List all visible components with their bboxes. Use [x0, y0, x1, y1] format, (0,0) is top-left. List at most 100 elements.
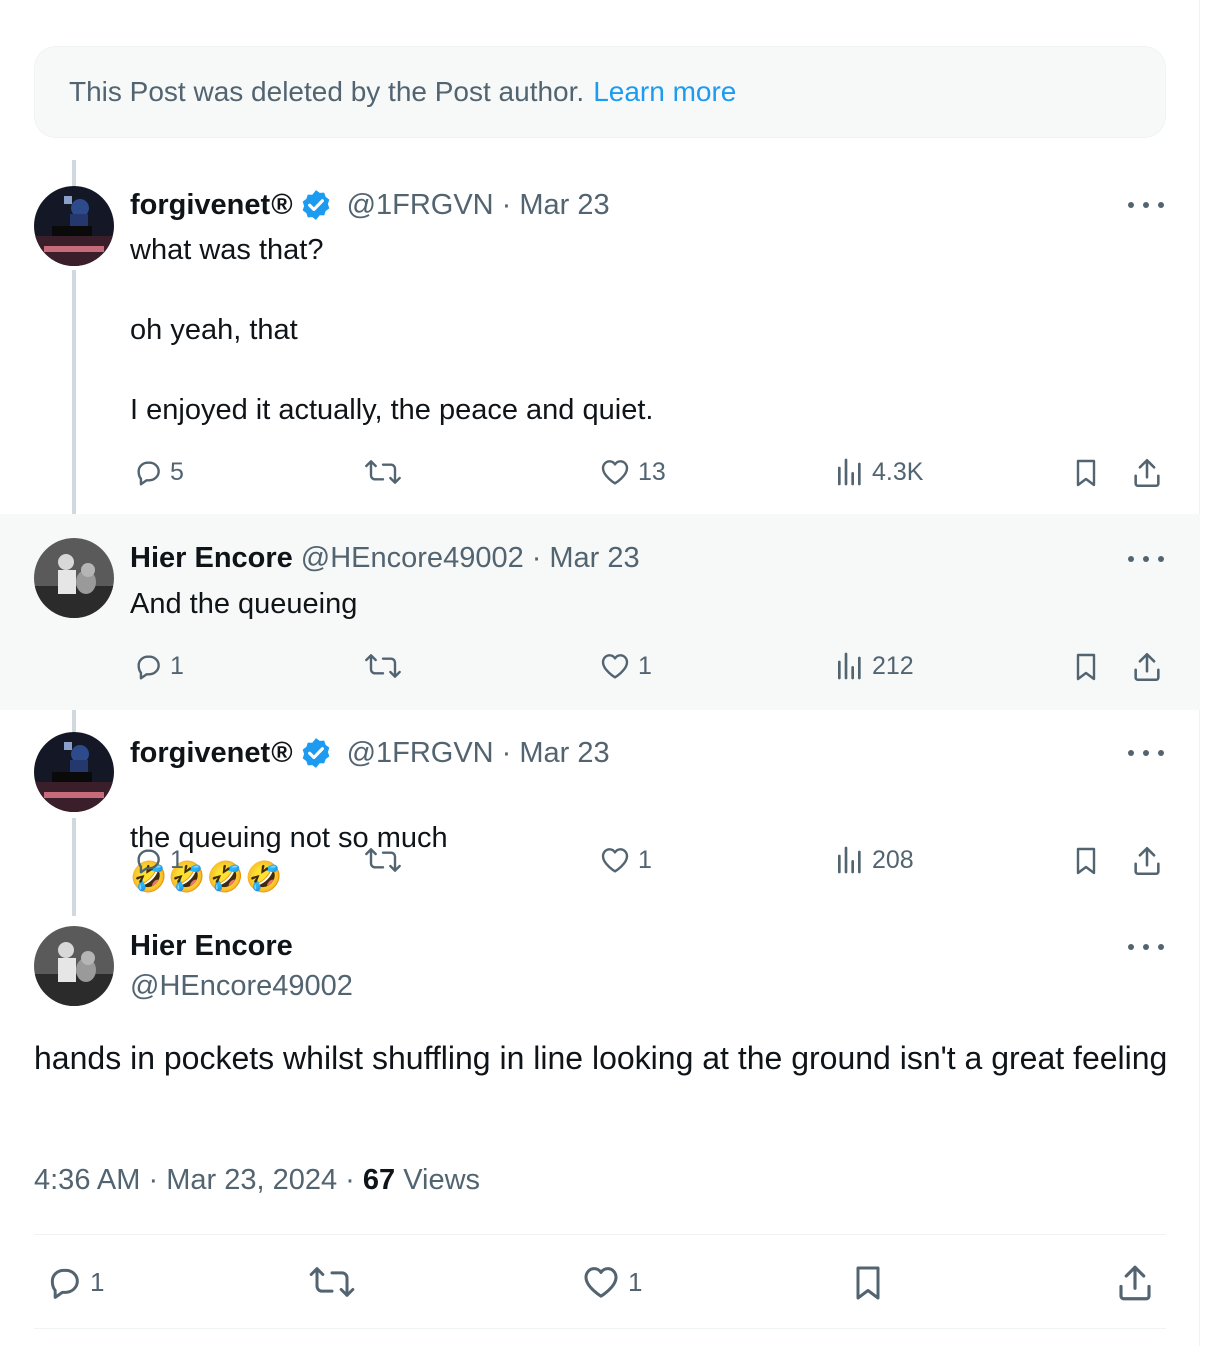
reply-button[interactable]: 1 — [132, 650, 184, 682]
more-icon[interactable] — [1128, 748, 1164, 758]
post-time[interactable]: 4:36 AM — [34, 1164, 140, 1196]
avatar[interactable] — [34, 538, 114, 618]
conversation-timeline: This Post was deleted by the Post author… — [0, 0, 1200, 1346]
divider — [34, 1328, 1166, 1329]
reply-count: 5 — [170, 457, 184, 486]
share-icon — [1134, 846, 1160, 876]
share-button[interactable] — [1130, 456, 1164, 490]
views-label: Views — [403, 1164, 481, 1196]
like-icon — [601, 654, 629, 679]
bookmark-button[interactable] — [1070, 456, 1102, 490]
reply-count: 1 — [170, 651, 184, 680]
reply-post[interactable]: forgivenet ® @1FRGVN · Mar 23 the queuin… — [0, 710, 1200, 906]
post-header-handle: @HEncore49002 — [130, 970, 353, 1003]
view-count: 4.3K — [872, 457, 924, 486]
registered-mark: ® — [271, 188, 293, 221]
bookmark-button[interactable] — [1070, 650, 1102, 684]
like-count: 13 — [638, 457, 666, 486]
repost-icon — [365, 848, 401, 872]
verified-badge-icon[interactable] — [299, 188, 333, 222]
user-handle[interactable]: @HEncore49002 — [130, 970, 353, 1003]
like-count: 1 — [628, 1266, 643, 1297]
reply-button[interactable]: 1 — [132, 844, 184, 876]
views-count: 67 — [362, 1164, 396, 1196]
post-header: Hier Encore — [130, 930, 293, 963]
repost-icon — [309, 1267, 355, 1297]
post-date[interactable]: Mar 23 — [549, 542, 639, 575]
like-button[interactable]: 1 — [598, 844, 652, 876]
views-icon — [838, 458, 861, 486]
avatar[interactable] — [34, 186, 114, 266]
reply-button[interactable]: 5 — [132, 456, 184, 488]
reply-icon — [137, 655, 160, 680]
avatar[interactable] — [34, 926, 114, 1006]
share-icon — [1119, 1265, 1151, 1301]
bookmark-button[interactable] — [1070, 844, 1102, 878]
repost-button[interactable] — [308, 1262, 356, 1302]
user-handle[interactable]: @1FRGVN — [347, 737, 494, 770]
display-name[interactable]: forgivenet — [130, 737, 270, 770]
like-icon — [601, 848, 629, 873]
post-header: forgivenet ® @1FRGVN · Mar 23 — [130, 188, 610, 222]
share-button[interactable] — [1130, 650, 1164, 684]
views-button[interactable]: 212 — [834, 650, 914, 682]
bookmark-icon — [856, 1266, 880, 1300]
share-button[interactable] — [1114, 1262, 1156, 1304]
view-count: 212 — [872, 651, 914, 680]
verified-badge-icon[interactable] — [299, 736, 333, 770]
post-header: Hier Encore @HEncore49002 · Mar 23 — [130, 542, 640, 575]
separator-dot: · — [501, 188, 512, 221]
views-icon — [838, 846, 861, 874]
reply-icon — [137, 461, 160, 486]
view-count: 208 — [872, 845, 914, 874]
share-icon — [1134, 652, 1160, 682]
user-handle[interactable]: @HEncore49002 — [301, 542, 524, 575]
post-metadata: 4:36 AM · Mar 23, 2024 · 67 Views — [34, 1164, 480, 1197]
views-button[interactable]: 208 — [834, 844, 914, 876]
repost-button[interactable] — [364, 650, 402, 682]
post-header: forgivenet ® @1FRGVN · Mar 23 — [130, 736, 610, 770]
user-handle[interactable]: @1FRGVN — [347, 189, 494, 222]
reply-button[interactable]: 1 — [44, 1262, 104, 1302]
repost-button[interactable] — [364, 456, 402, 488]
display-name[interactable]: forgivenet — [130, 189, 270, 222]
like-button[interactable]: 13 — [598, 456, 666, 488]
post-full-date[interactable]: Mar 23, 2024 — [166, 1164, 337, 1196]
focused-post-text: hands in pockets whilst shuffling in lin… — [34, 1040, 1168, 1076]
post-text: the queuing not so much 🤣🤣🤣🤣 — [130, 778, 448, 898]
separator-dot: · — [345, 1164, 355, 1196]
post-text: what was that? oh yeah, that I enjoyed i… — [130, 234, 654, 426]
reply-count: 1 — [90, 1266, 105, 1297]
avatar[interactable] — [34, 732, 114, 812]
like-icon — [584, 1267, 618, 1298]
registered-mark: ® — [271, 736, 293, 769]
post-date[interactable]: Mar 23 — [519, 189, 609, 222]
more-icon[interactable] — [1128, 200, 1164, 210]
bookmark-icon — [1076, 847, 1096, 875]
post-text: And the queueing — [130, 588, 358, 620]
reply-icon — [50, 1268, 79, 1299]
repost-button[interactable] — [364, 844, 402, 876]
share-icon — [1134, 458, 1160, 488]
reply-post[interactable]: forgivenet ® @1FRGVN · Mar 23 what was t… — [0, 0, 1200, 514]
separator-dot: · — [148, 1164, 159, 1196]
reply-icon — [137, 849, 160, 874]
like-button[interactable]: 1 — [598, 650, 652, 682]
post-date[interactable]: Mar 23 — [519, 737, 609, 770]
divider — [34, 1234, 1166, 1235]
display-name[interactable]: Hier Encore — [130, 930, 293, 963]
views-icon — [838, 652, 861, 680]
share-button[interactable] — [1130, 844, 1164, 878]
reply-post[interactable]: Hier Encore @HEncore49002 · Mar 23 And t… — [0, 514, 1200, 710]
like-button[interactable]: 1 — [580, 1262, 642, 1302]
bookmark-icon — [1076, 459, 1096, 487]
repost-icon — [365, 460, 401, 484]
views-button[interactable]: 4.3K — [834, 456, 923, 488]
like-count: 1 — [638, 651, 652, 680]
more-icon[interactable] — [1128, 554, 1164, 564]
more-icon[interactable] — [1128, 942, 1164, 952]
bookmark-button[interactable] — [848, 1262, 888, 1304]
like-count: 1 — [638, 845, 652, 874]
display-name[interactable]: Hier Encore — [130, 542, 293, 575]
reply-count: 1 — [170, 845, 184, 874]
